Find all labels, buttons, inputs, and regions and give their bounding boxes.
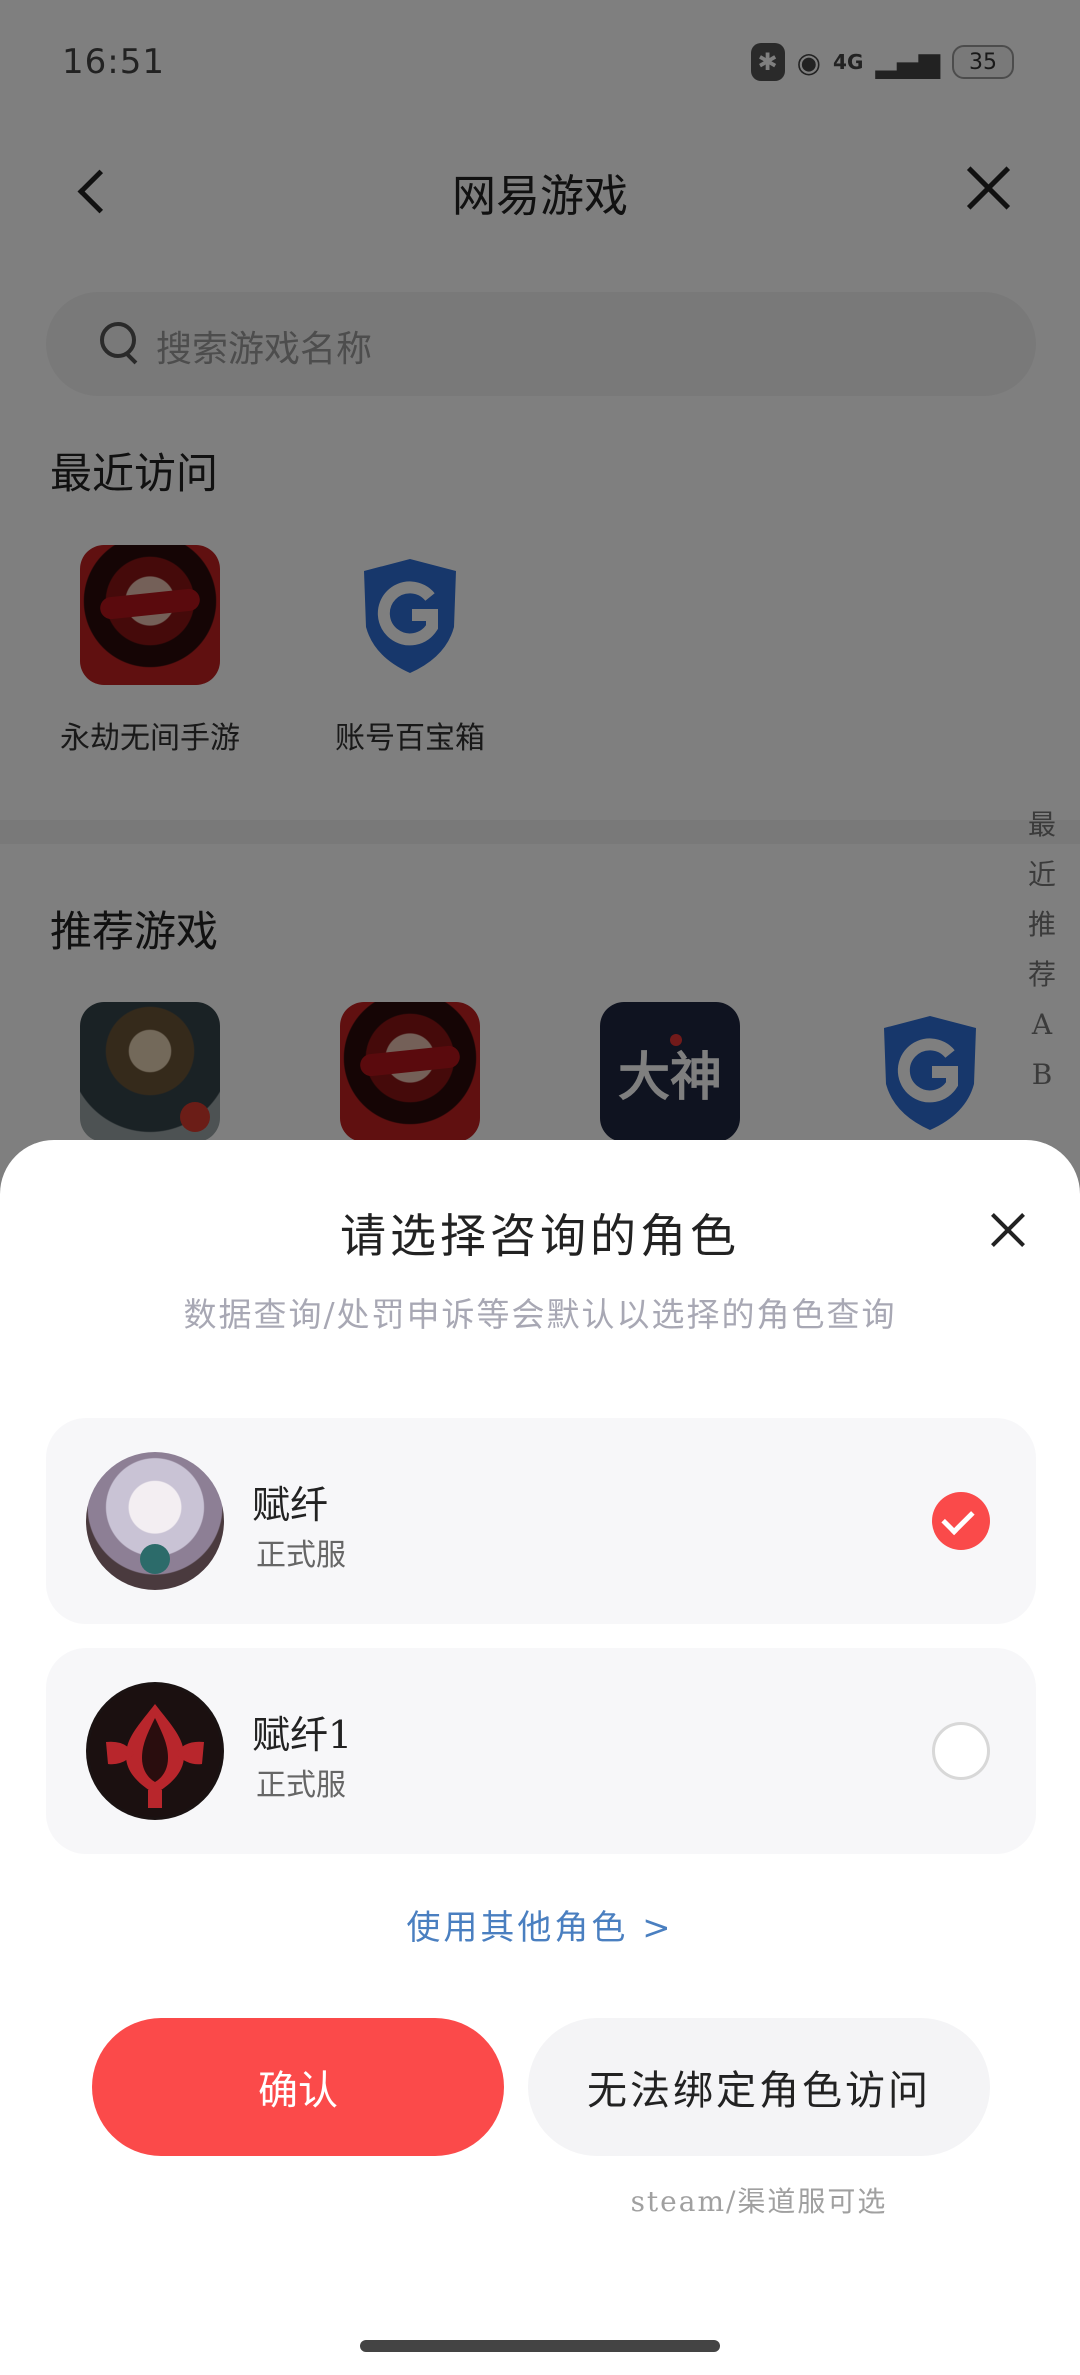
radio-checked-icon[interactable] (932, 1492, 990, 1550)
role-card[interactable]: 赋纤 正式服 (46, 1418, 1036, 1624)
use-other-role-link[interactable]: 使用其他角色 > (0, 1900, 1080, 1949)
role-server: 正式服 (256, 1538, 346, 1573)
role-name: 赋纤1 (252, 1713, 353, 1757)
avatar (86, 1452, 224, 1590)
close-icon[interactable] (988, 1210, 1028, 1250)
role-card[interactable]: 赋纤1 正式服 (46, 1648, 1036, 1854)
avatar (86, 1682, 224, 1820)
role-select-sheet: 请选择咨询的角色 数据查询/处罚申诉等会默认以选择的角色查询 赋纤 正式服 赋纤… (0, 1140, 1080, 2375)
confirm-button[interactable]: 确认 (92, 2018, 504, 2156)
sheet-title: 请选择咨询的角色 (340, 1209, 740, 1263)
home-indicator[interactable] (360, 2340, 720, 2352)
unbound-access-button[interactable]: 无法绑定角色访问 (528, 2018, 990, 2156)
role-name: 赋纤 (252, 1483, 329, 1527)
unbound-hint: steam/渠道服可选 (630, 2185, 888, 2218)
role-server: 正式服 (256, 1768, 346, 1803)
sheet-subtitle: 数据查询/处罚申诉等会默认以选择的角色查询 (183, 1295, 897, 1334)
radio-unchecked-icon[interactable] (932, 1722, 990, 1780)
